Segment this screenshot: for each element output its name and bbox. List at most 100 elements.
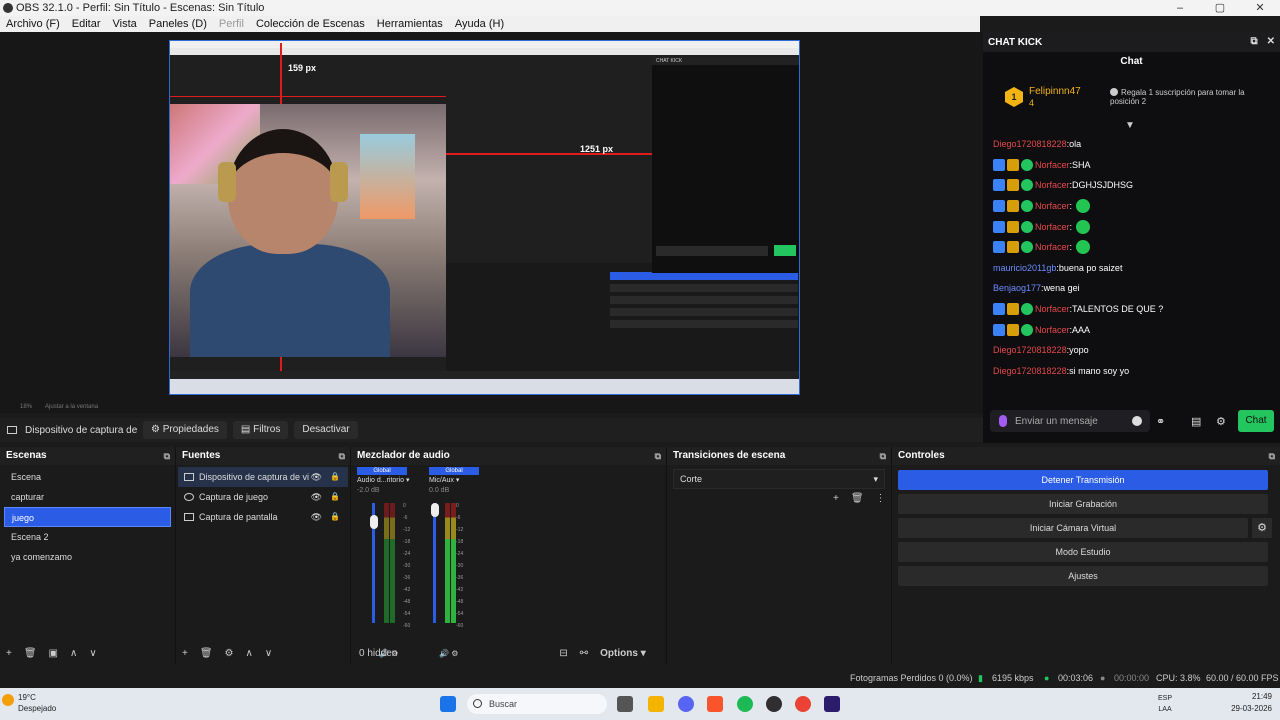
menu-vista[interactable]: Vista bbox=[107, 18, 143, 30]
trash-icon[interactable]: 🗑 bbox=[200, 648, 213, 659]
virtual-camera-settings-icon[interactable]: ⚙ bbox=[1252, 518, 1272, 538]
add-icon[interactable]: + bbox=[6, 648, 12, 659]
chat-send-button[interactable]: Chat bbox=[1238, 410, 1274, 432]
chat-username[interactable]: Norfacer bbox=[1035, 222, 1070, 232]
chat-input-placeholder[interactable]: Enviar un mensaje bbox=[1015, 416, 1132, 427]
spotify-icon[interactable] bbox=[737, 696, 753, 712]
start-recording-button[interactable]: Iniciar Grabación bbox=[898, 494, 1268, 514]
lock-icon[interactable]: 🔒 bbox=[330, 467, 340, 487]
transition-select[interactable]: Corte ▾ bbox=[673, 469, 885, 489]
trash-icon[interactable]: 🗑 bbox=[24, 648, 37, 659]
system-clock[interactable]: 21:49 29-03-2026 bbox=[1231, 691, 1272, 715]
chat-username[interactable]: Norfacer bbox=[1035, 325, 1070, 335]
channel-name[interactable]: Mic/Aux ▾ bbox=[429, 475, 479, 487]
filter-icon[interactable]: ▣ bbox=[49, 648, 58, 659]
zoom-percent[interactable]: 18% bbox=[20, 404, 32, 410]
start-virtual-camera-button[interactable]: Iniciar Cámara Virtual bbox=[898, 518, 1248, 538]
minimize-button[interactable]: – bbox=[1160, 0, 1200, 16]
menu-perfil[interactable]: Perfil bbox=[213, 18, 250, 30]
fader-knob[interactable] bbox=[431, 503, 439, 517]
maximize-button[interactable]: ▢ bbox=[1200, 0, 1240, 16]
down-arrow-icon[interactable]: ∨ bbox=[89, 648, 96, 659]
chat-input[interactable]: Enviar un mensaje bbox=[990, 410, 1150, 432]
options-button[interactable]: Options ▾ bbox=[600, 648, 646, 659]
menu-herramientas[interactable]: Herramientas bbox=[371, 18, 449, 30]
emoji-icon[interactable] bbox=[1132, 416, 1142, 426]
trash-icon[interactable]: 🗑 bbox=[851, 493, 864, 504]
link-icon[interactable]: ⚯ bbox=[580, 648, 588, 659]
close-button[interactable]: ✕ bbox=[1240, 0, 1280, 16]
popout-icon[interactable]: ⧉ bbox=[1250, 36, 1257, 47]
popout-icon[interactable]: ⧉ bbox=[880, 447, 886, 465]
obs-taskbar-icon[interactable] bbox=[766, 696, 782, 712]
scene-item[interactable]: Escena bbox=[4, 467, 171, 487]
windows-start-icon[interactable] bbox=[440, 696, 456, 712]
popout-icon[interactable]: ⧉ bbox=[164, 447, 170, 465]
down-arrow-icon[interactable]: ∨ bbox=[265, 648, 272, 659]
eye-icon[interactable]: 👁 bbox=[311, 487, 322, 507]
chat-tab[interactable]: Chat bbox=[983, 52, 1280, 72]
up-arrow-icon[interactable]: ∧ bbox=[246, 648, 253, 659]
eye-icon[interactable]: 👁 bbox=[311, 467, 322, 487]
chat-username[interactable]: Diego1720818228 bbox=[993, 139, 1067, 149]
language-indicator[interactable]: ESP LAA bbox=[1158, 693, 1172, 715]
settings-button[interactable]: Ajustes bbox=[898, 566, 1268, 586]
preview-canvas[interactable]: 159 px 1251 px CHAT KICK bbox=[169, 40, 800, 395]
popout-icon[interactable]: ⧉ bbox=[339, 447, 345, 465]
chat-username[interactable]: Norfacer bbox=[1035, 180, 1070, 190]
chat-username[interactable]: Diego1720818228 bbox=[993, 366, 1067, 376]
mod-icon[interactable]: ▤ bbox=[1191, 415, 1201, 428]
add-icon[interactable]: + bbox=[833, 493, 839, 504]
scene-item[interactable]: ya comenzamo bbox=[4, 547, 171, 567]
popout-icon[interactable]: ⧉ bbox=[1269, 447, 1275, 465]
chrome-icon[interactable] bbox=[795, 696, 811, 712]
add-icon[interactable]: + bbox=[182, 648, 188, 659]
menu-coleccion-escenas[interactable]: Colección de Escenas bbox=[250, 18, 371, 30]
deactivate-button[interactable]: Desactivar bbox=[294, 421, 358, 439]
brave-icon[interactable] bbox=[707, 696, 723, 712]
scene-item-selected[interactable]: juego bbox=[4, 507, 171, 527]
lock-icon[interactable]: 🔒 bbox=[330, 487, 340, 507]
volume-fader[interactable] bbox=[433, 503, 436, 623]
popout-icon[interactable]: ⧉ bbox=[655, 447, 661, 465]
lock-icon[interactable]: 🔒 bbox=[330, 507, 340, 527]
stop-streaming-button[interactable]: Detener Transmisión bbox=[898, 470, 1268, 490]
mic-icon[interactable] bbox=[999, 415, 1007, 427]
scene-item[interactable]: Escena 2 bbox=[4, 527, 171, 547]
zoom-fit[interactable]: Ajustar a la ventana bbox=[45, 404, 98, 410]
chat-username[interactable]: Benjaog177 bbox=[993, 283, 1041, 293]
fader-knob[interactable] bbox=[370, 515, 378, 529]
close-icon[interactable]: ✕ bbox=[1267, 36, 1275, 47]
gift-prompt[interactable]: Regala 1 suscripción para tomar la posic… bbox=[1110, 88, 1270, 106]
weather-widget[interactable]: 19°C Despejado bbox=[2, 692, 56, 714]
layout-icon[interactable]: ⊟ bbox=[559, 648, 567, 659]
eye-icon[interactable]: 👁 bbox=[311, 507, 322, 527]
source-item[interactable]: Captura de juego 👁 🔒 bbox=[178, 487, 348, 507]
collapse-handle-icon[interactable]: ▼ bbox=[1125, 120, 1135, 131]
up-arrow-icon[interactable]: ∧ bbox=[70, 648, 77, 659]
menu-editar[interactable]: Editar bbox=[66, 18, 107, 30]
menu-paneles[interactable]: Paneles (D) bbox=[143, 18, 213, 30]
gear-icon[interactable]: ⚙ bbox=[225, 648, 234, 659]
properties-button[interactable]: ⚙ Propiedades bbox=[143, 421, 227, 439]
chat-username[interactable]: Diego1720818228 bbox=[993, 345, 1067, 355]
link-icon[interactable]: ⚭ bbox=[1156, 415, 1165, 428]
premiere-icon[interactable] bbox=[824, 696, 840, 712]
chat-username[interactable]: Norfacer bbox=[1035, 304, 1070, 314]
taskbar-search[interactable]: Buscar bbox=[467, 694, 607, 714]
discord-icon[interactable] bbox=[678, 696, 694, 712]
chat-username[interactable]: mauricio2011gb bbox=[993, 263, 1056, 273]
menu-ayuda[interactable]: Ayuda (H) bbox=[449, 18, 510, 30]
task-view-icon[interactable] bbox=[617, 696, 633, 712]
file-explorer-icon[interactable] bbox=[648, 696, 664, 712]
chat-username[interactable]: Norfacer bbox=[1035, 160, 1070, 170]
filters-button[interactable]: ▤ Filtros bbox=[232, 421, 289, 439]
source-item[interactable]: Captura de pantalla 👁 🔒 bbox=[178, 507, 348, 527]
chat-username[interactable]: Norfacer bbox=[1035, 242, 1070, 252]
settings-icon[interactable]: ⚙ bbox=[1216, 415, 1226, 428]
menu-archivo[interactable]: Archivo (F) bbox=[0, 18, 66, 30]
zoom-bar[interactable]: 18% Ajustar a la ventana bbox=[0, 401, 983, 413]
scene-item[interactable]: capturar bbox=[4, 487, 171, 507]
studio-mode-button[interactable]: Modo Estudio bbox=[898, 542, 1268, 562]
more-icon[interactable]: ⋮ bbox=[876, 493, 886, 504]
